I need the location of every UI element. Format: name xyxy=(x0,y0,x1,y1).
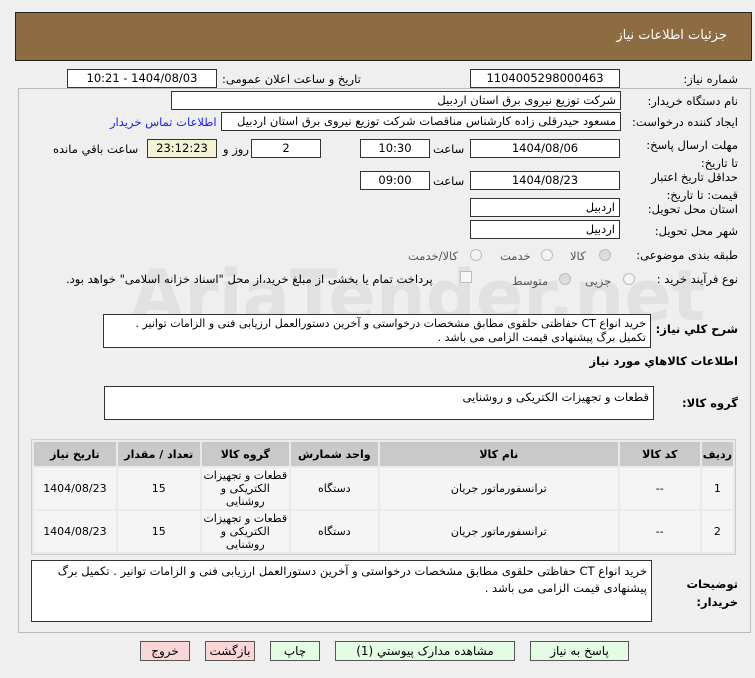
deadline-date-field[interactable]: 1404/08/06 xyxy=(470,139,620,158)
table-row: 2 -- ترانسفورماتور جریان دستگاه قطعات و … xyxy=(34,511,733,552)
page-header: جزئیات اطلاعات نیاز xyxy=(15,12,752,61)
buyer-org-field[interactable]: شرکت توزیع نیروی برق استان اردبیل xyxy=(171,91,621,110)
cell-row: 2 xyxy=(701,511,733,552)
cell-code: -- xyxy=(619,468,700,509)
category-radio-both[interactable] xyxy=(470,249,482,261)
deadline-time-field[interactable]: 10:30 xyxy=(360,139,430,158)
cell-date: 1404/08/23 xyxy=(34,468,116,509)
province-label: استان محل تحویل: xyxy=(647,202,738,216)
remaining-time-field: 23:12:23 xyxy=(147,139,217,158)
cell-name: ترانسفورماتور جریان xyxy=(379,511,618,552)
cell-date: 1404/08/23 xyxy=(34,511,116,552)
goods-table: ردیف کد کالا نام کالا واحد شمارش گروه کا… xyxy=(31,439,736,555)
cell-row: 1 xyxy=(701,468,733,509)
city-label: شهر محل تحویل: xyxy=(654,224,738,238)
cell-group: قطعات و تجهیزات الکتریکی و روشنایی xyxy=(201,468,289,509)
announce-label: تاریخ و ساعت اعلان عمومی: xyxy=(222,72,361,86)
category-goods-label: کالا xyxy=(570,249,586,263)
goods-group-textarea[interactable]: قطعات و تجهیزات الکتریکی و روشنایی xyxy=(104,386,654,420)
cell-quantity: 15 xyxy=(117,511,200,552)
province-field[interactable]: اردبیل xyxy=(470,198,620,217)
city-field[interactable]: اردبیل xyxy=(470,220,620,239)
announce-field[interactable]: 1404/08/03 - 10:21 xyxy=(67,69,217,88)
need-number-field[interactable]: 1104005298000463 xyxy=(470,69,620,88)
reply-button[interactable]: پاسخ به نیاز xyxy=(530,641,629,661)
creator-label: ایجاد کننده درخواست: xyxy=(632,115,738,129)
col-name: نام کالا xyxy=(379,442,618,466)
treasury-payment-checkbox[interactable] xyxy=(460,271,472,283)
goods-section-title: اطلاعات کالاهاي مورد نياز xyxy=(589,354,738,368)
cell-code: -- xyxy=(619,511,700,552)
process-label: نوع فرآیند خرید : xyxy=(656,272,738,286)
table-header-row: ردیف کد کالا نام کالا واحد شمارش گروه کا… xyxy=(34,442,733,466)
table-row: 1 -- ترانسفورماتور جریان دستگاه قطعات و … xyxy=(34,468,733,509)
print-button[interactable]: چاپ xyxy=(270,641,320,661)
description-textarea[interactable]: خرید انواع CT حفاظتی حلقوی مطابق مشخصات … xyxy=(103,314,651,348)
col-unit: واحد شمارش xyxy=(290,442,378,466)
col-row: ردیف xyxy=(701,442,733,466)
view-attachments-button[interactable]: مشاهده مدارک پیوستي (1) xyxy=(335,641,515,661)
validity-date-field[interactable]: 1404/08/23 xyxy=(470,171,620,190)
category-radio-goods[interactable] xyxy=(599,249,611,261)
remaining-label: ساعت باقي مانده xyxy=(53,142,139,156)
category-radio-service[interactable] xyxy=(541,249,553,261)
col-group: گروه کالا xyxy=(201,442,289,466)
category-service-label: خدمت xyxy=(500,249,531,263)
buyer-org-label: نام دستگاه خریدار: xyxy=(647,94,738,108)
validity-time-label: ساعت xyxy=(433,174,465,188)
creator-field[interactable]: مسعود حیدرقلی زاده کارشناس مناقصات شرکت … xyxy=(221,112,621,131)
days-label: روز و xyxy=(223,142,249,156)
need-number-label: شماره نیاز: xyxy=(683,72,738,86)
process-medium-label: متوسط xyxy=(512,274,549,288)
cell-unit: دستگاه xyxy=(290,468,378,509)
deadline-time-label: ساعت xyxy=(433,142,465,156)
category-both-label: کالا/خدمت xyxy=(408,249,459,263)
col-date: تاریخ نیاز xyxy=(34,442,116,466)
col-code: کد کالا xyxy=(619,442,700,466)
goods-group-label: گروه کالا: xyxy=(682,396,738,410)
buyer-notes-label: توضیحات خریدار: xyxy=(686,577,739,609)
description-label: شرح کلي نياز: xyxy=(655,322,738,336)
cell-name: ترانسفورماتور جریان xyxy=(379,468,618,509)
validity-time-field[interactable]: 09:00 xyxy=(360,171,430,190)
cell-unit: دستگاه xyxy=(290,511,378,552)
process-minor-label: جزیی xyxy=(585,274,612,288)
process-radio-medium[interactable] xyxy=(559,273,571,285)
back-button[interactable]: بازگشت xyxy=(205,641,255,661)
days-field[interactable]: 2 xyxy=(251,139,321,158)
buyer-notes-textarea[interactable]: خرید انواع CT حفاظتی حلقوی مطابق مشخصات … xyxy=(31,560,652,622)
cell-group: قطعات و تجهیزات الکتریکی و روشنایی xyxy=(201,511,289,552)
deadline-label: مهلت ارسال پاسخ: تا تاریخ: xyxy=(646,138,738,170)
category-label: طبقه بندی موضوعی: xyxy=(636,248,738,262)
col-quantity: تعداد / مقدار xyxy=(117,442,200,466)
process-radio-minor[interactable] xyxy=(623,273,635,285)
payment-note: پرداخت تمام یا بخشی از مبلغ خرید،از محل … xyxy=(66,272,433,286)
cell-quantity: 15 xyxy=(117,468,200,509)
contact-buyer-link[interactable]: اطلاعات تماس خریدار xyxy=(110,115,217,129)
page-title: جزئیات اطلاعات نیاز xyxy=(616,28,727,43)
validity-label: حداقل تاريخ اعتبار قیمت: تا تاریخ: xyxy=(651,170,738,202)
exit-button[interactable]: خروج xyxy=(140,641,190,661)
